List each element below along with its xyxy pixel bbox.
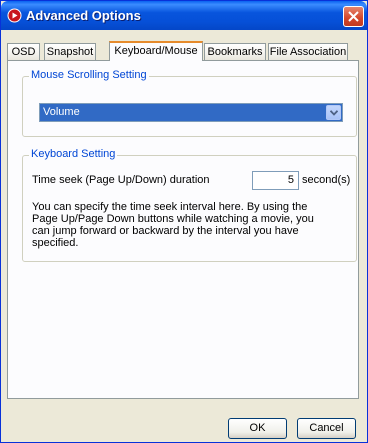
mouse-scroll-select[interactable]: Volume [39, 103, 343, 122]
advanced-options-dialog: Advanced Options OSD Snapshot Keyboard/M… [0, 0, 368, 443]
mouse-scrolling-group: Mouse Scrolling Setting Volume [22, 69, 357, 137]
tab-keyboard-mouse[interactable]: Keyboard/Mouse [109, 41, 203, 61]
close-button[interactable] [343, 6, 364, 27]
cancel-button[interactable]: Cancel [297, 418, 356, 439]
chevron-down-icon [330, 110, 338, 116]
mouse-scroll-value: Volume [43, 106, 80, 118]
seconds-unit-label: second(s) [302, 174, 351, 186]
tab-bookmarks[interactable]: Bookmarks [204, 43, 266, 60]
close-icon [348, 11, 359, 22]
app-icon [7, 8, 22, 23]
keyboard-setting-group: Keyboard Setting Time seek (Page Up/Down… [22, 148, 357, 262]
time-seek-input[interactable]: 5 [252, 171, 299, 190]
time-seek-label: Time seek (Page Up/Down) duration [32, 174, 210, 186]
tab-file-association[interactable]: File Association [268, 43, 348, 60]
tab-snapshot[interactable]: Snapshot [44, 43, 96, 60]
time-seek-description: You can specify the time seek interval h… [32, 201, 314, 249]
mouse-scrolling-title: Mouse Scrolling Setting [29, 69, 149, 81]
tab-osd[interactable]: OSD [7, 43, 40, 60]
title-bar[interactable]: Advanced Options [1, 1, 367, 30]
tab-panel: Mouse Scrolling Setting Volume Keyboard … [7, 60, 359, 399]
ok-button[interactable]: OK [228, 418, 287, 439]
window-title: Advanced Options [26, 8, 141, 23]
dropdown-button[interactable] [326, 105, 341, 120]
keyboard-setting-title: Keyboard Setting [29, 148, 118, 160]
